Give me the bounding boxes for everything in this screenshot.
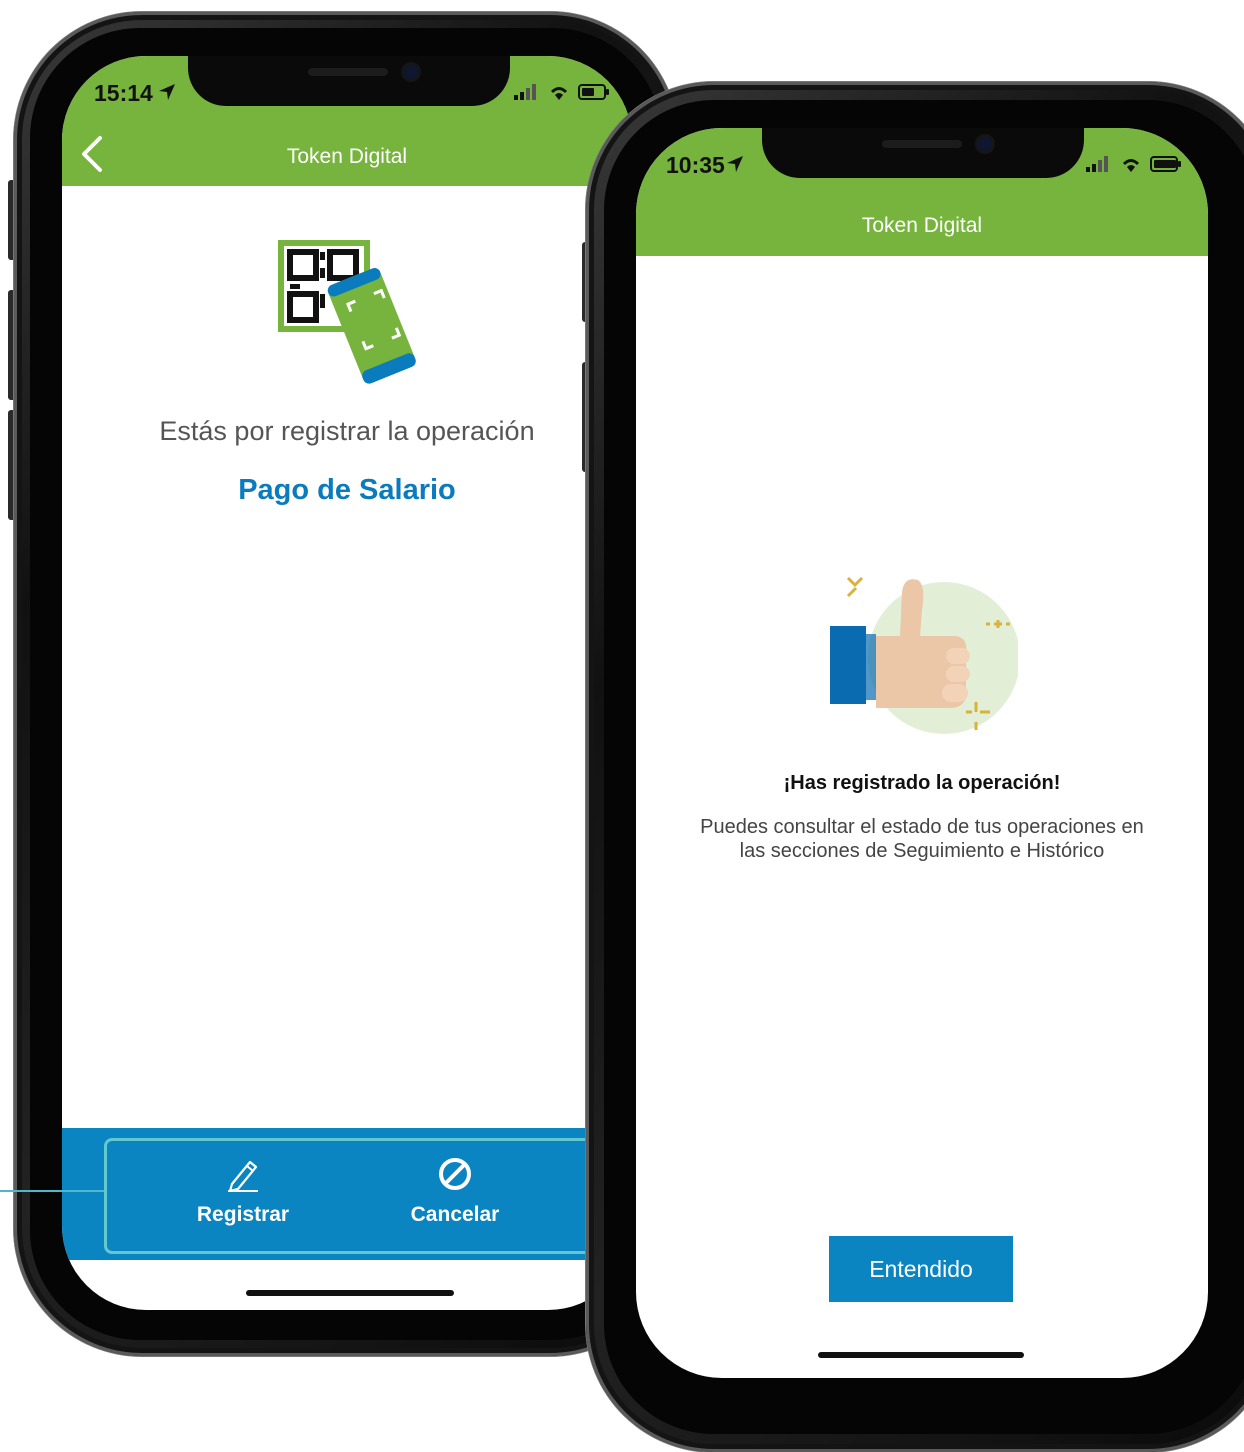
- phone-notch: [188, 56, 510, 106]
- screen-success: 10:35 Token Digital ¡Has registrado la o…: [636, 128, 1208, 1378]
- location-arrow-icon: [159, 84, 175, 100]
- register-prompt: Estás por registrar la operación: [159, 416, 535, 446]
- location-arrow-icon: [727, 156, 743, 172]
- home-indicator: [818, 1352, 1024, 1358]
- signal-icon: [1086, 156, 1108, 172]
- status-icons: [1086, 156, 1182, 172]
- header-title: Token Digital: [286, 145, 408, 168]
- actions-highlight-box: [104, 1138, 616, 1254]
- operation-name: Pago de Salario: [238, 474, 456, 506]
- phone-right: 10:35 Token Digital ¡Has registrado la o…: [582, 82, 1244, 1452]
- wifi-icon: [1123, 159, 1139, 172]
- signal-icon: [514, 84, 536, 100]
- header-title: Token Digital: [861, 214, 983, 237]
- qr-scan-illustration: [278, 240, 416, 384]
- speaker-grill: [308, 68, 388, 76]
- callout-connector: [0, 1190, 106, 1192]
- status-time: 10:35: [666, 152, 725, 178]
- front-camera: [404, 65, 418, 79]
- screen-register: 15:14 Token Digital Estás por registrar …: [62, 56, 632, 1310]
- speaker-grill: [882, 140, 962, 148]
- status-time: 15:14: [94, 80, 153, 106]
- phone-notch: [762, 128, 1084, 178]
- battery-icon: [1150, 156, 1181, 172]
- thumbs-up-illustration: [830, 576, 1018, 734]
- success-line-2: las secciones de Seguimiento e Histórico: [739, 840, 1105, 862]
- front-camera: [978, 137, 992, 151]
- confirm-button[interactable]: Entendido: [829, 1236, 1013, 1302]
- home-indicator: [246, 1290, 454, 1296]
- success-title: ¡Has registrado la operación!: [783, 772, 1061, 794]
- wifi-icon: [551, 87, 567, 100]
- success-line-1: Puedes consultar el estado de tus operac…: [700, 816, 1144, 838]
